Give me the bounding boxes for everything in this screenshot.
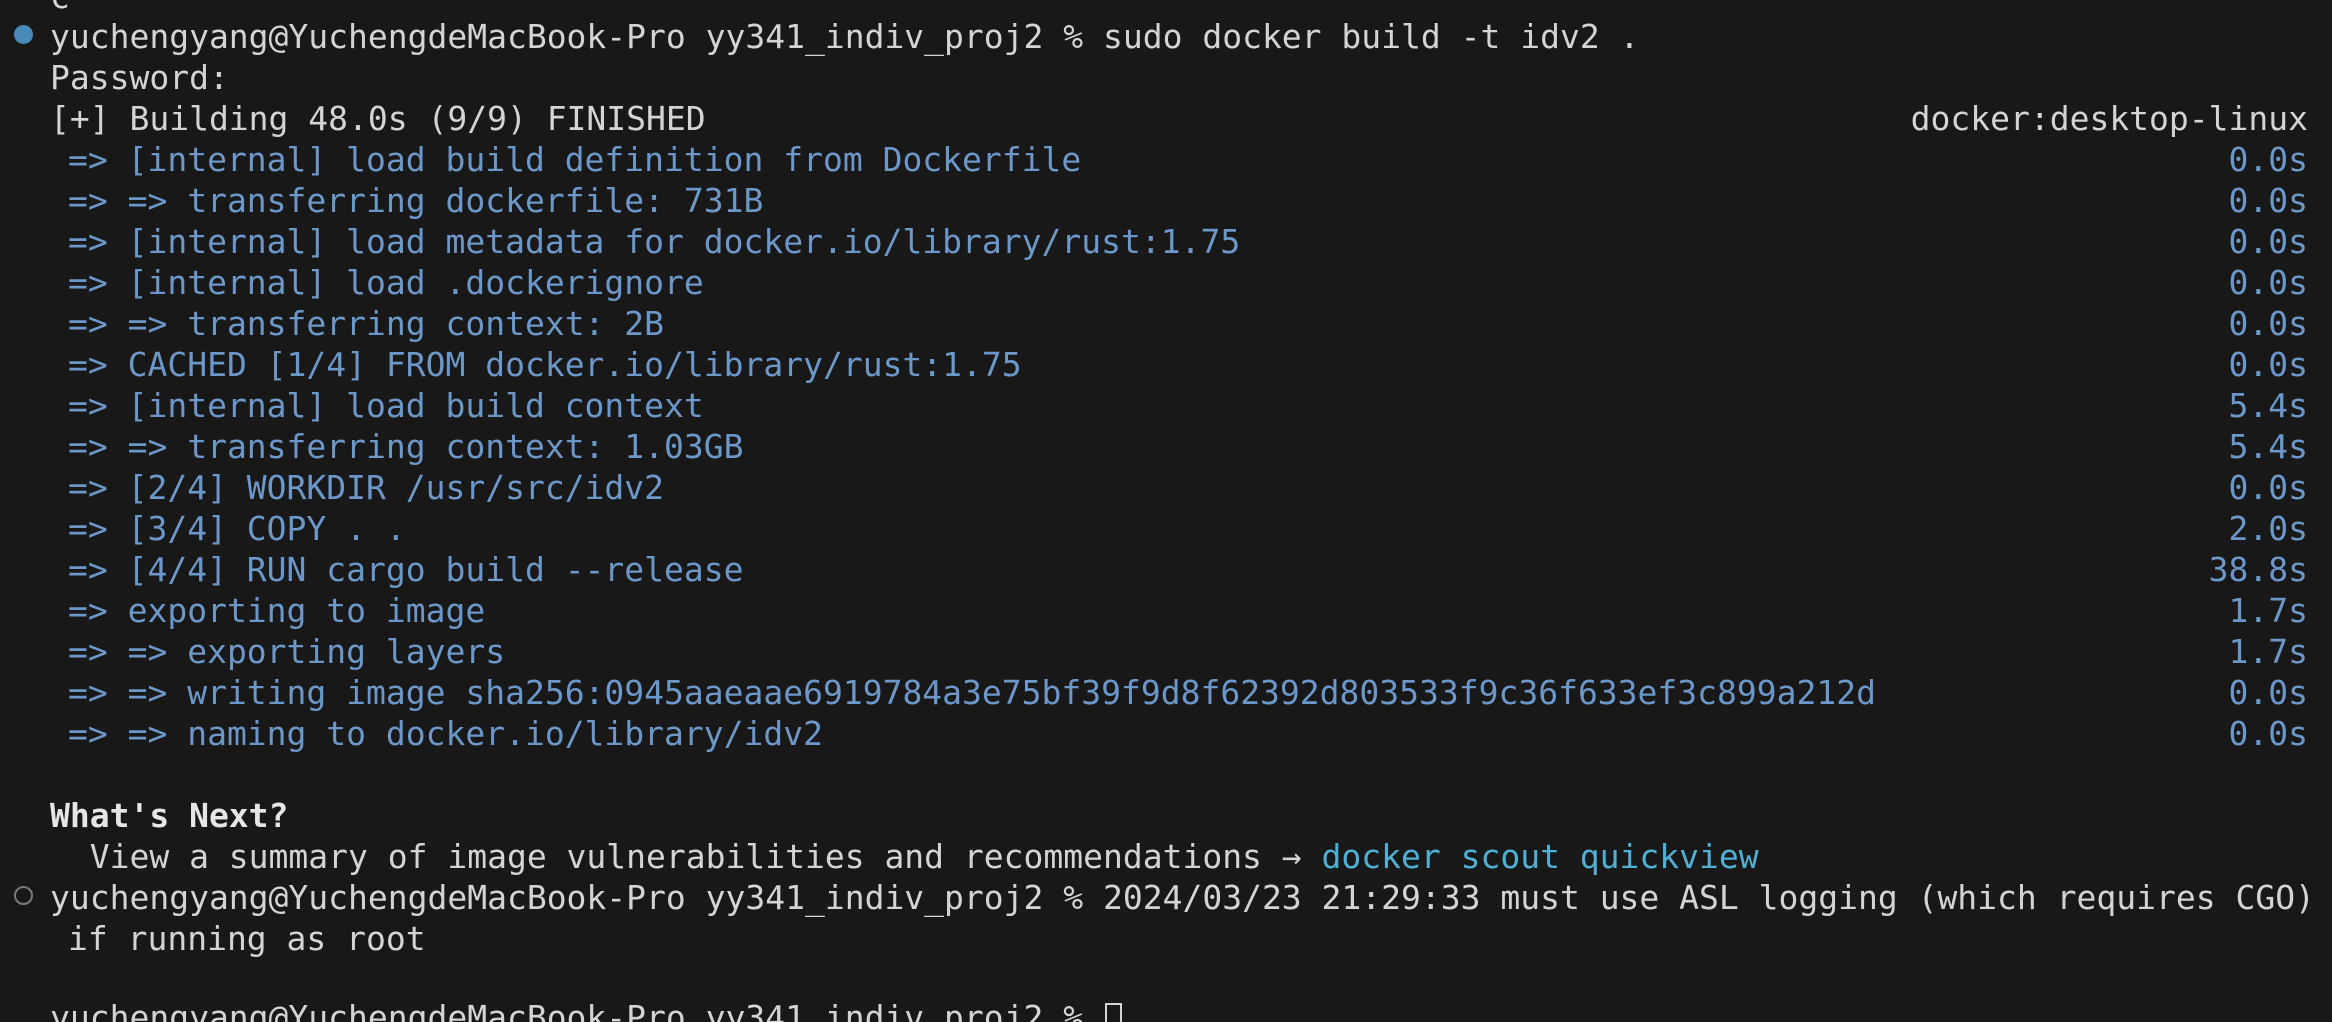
build-step-text: => CACHED [1/4] FROM docker.io/library/r… <box>68 345 1022 384</box>
build-step: => [internal] load metadata for docker.i… <box>0 221 2332 262</box>
shell-prompt: yuchengyang@YuchengdeMacBook-Pro yy341_i… <box>50 17 1103 56</box>
build-step-text: => exporting to image <box>68 591 486 630</box>
build-step-time: 5.4s <box>2228 386 2308 425</box>
shell-prompt: yuchengyang@YuchengdeMacBook-Pro yy341_i… <box>50 878 1103 917</box>
build-step-text: => [internal] load build context <box>68 386 704 425</box>
build-step-text: => [internal] load metadata for docker.i… <box>68 222 1241 261</box>
command-line-1: yuchengyang@YuchengdeMacBook-Pro yy341_i… <box>0 16 1639 57</box>
build-step: => [internal] load build definition from… <box>0 139 2332 180</box>
build-step: => [4/4] RUN cargo build --release 38.8s <box>0 549 2332 590</box>
command-text: sudo docker build -t idv2 . <box>1103 17 1640 56</box>
fragment-text: c <box>50 0 70 17</box>
build-step-time: 0.0s <box>2228 140 2308 179</box>
build-step-text: => [2/4] WORKDIR /usr/src/idv2 <box>68 468 665 507</box>
build-step-text: => => transferring dockerfile: 731B <box>68 181 764 220</box>
build-step-text: => [4/4] RUN cargo build --release <box>68 550 744 589</box>
block-cursor-icon <box>1105 1003 1122 1022</box>
building-status-line: [+] Building 48.0s (9/9) FINISHED docker… <box>0 98 2332 139</box>
build-step-time: 0.0s <box>2228 345 2308 384</box>
build-step-time: 0.0s <box>2228 468 2308 507</box>
build-step-time: 0.0s <box>2228 714 2308 753</box>
build-step-text: => => transferring context: 1.03GB <box>68 427 744 466</box>
build-step: => => transferring context: 1.03GB 5.4s <box>0 426 2332 467</box>
build-context: docker:desktop-linux <box>1910 99 2308 138</box>
password-line: Password: <box>0 57 229 98</box>
scrollback-fragment: c <box>0 0 79 17</box>
build-step: => CACHED [1/4] FROM docker.io/library/r… <box>0 344 2332 385</box>
build-step-text: => [3/4] COPY . . <box>68 509 406 548</box>
build-step: => => writing image sha256:0945aaeaae691… <box>0 672 2332 713</box>
terminal[interactable]: c yuchengyang@YuchengdeMacBook-Pro yy341… <box>0 0 2332 1022</box>
build-step-text: => [internal] load build definition from… <box>68 140 1082 179</box>
build-step: => => exporting layers 1.7s <box>0 631 2332 672</box>
build-step-time: 1.7s <box>2228 632 2308 671</box>
build-step-time: 0.0s <box>2228 673 2308 712</box>
summary-line: View a summary of image vulnerabilities … <box>0 836 1759 877</box>
build-step-time: 0.0s <box>2228 263 2308 302</box>
build-status: [+] Building 48.0s (9/9) FINISHED <box>50 99 706 138</box>
log-output: 2024/03/23 21:29:33 must use ASL logging… <box>1103 878 2315 917</box>
log-output-continued: if running as root <box>68 919 426 958</box>
build-step: => => transferring context: 2B 0.0s <box>0 303 2332 344</box>
command-line-3[interactable]: yuchengyang@YuchengdeMacBook-Pro yy341_i… <box>0 997 1122 1022</box>
build-step-time: 5.4s <box>2228 427 2308 466</box>
build-step-text: => [internal] load .dockerignore <box>68 263 704 302</box>
build-step-time: 0.0s <box>2228 222 2308 261</box>
build-step-time: 0.0s <box>2228 304 2308 343</box>
wrapped-output-line: if running as root <box>0 918 426 959</box>
build-step: => [internal] load .dockerignore 0.0s <box>0 262 2332 303</box>
build-step-time: 1.7s <box>2228 591 2308 630</box>
build-step-time: 38.8s <box>2208 550 2308 589</box>
build-step-text: => => writing image sha256:0945aaeaae691… <box>68 673 1876 712</box>
build-step-text: => => naming to docker.io/library/idv2 <box>68 714 823 753</box>
build-step: => => transferring dockerfile: 731B 0.0s <box>0 180 2332 221</box>
password-prompt: Password: <box>50 58 229 97</box>
whats-next-heading: What's Next? <box>50 796 289 835</box>
build-step: => [2/4] WORKDIR /usr/src/idv2 0.0s <box>0 467 2332 508</box>
build-step: => [3/4] COPY . . 2.0s <box>0 508 2332 549</box>
shell-prompt: yuchengyang@YuchengdeMacBook-Pro yy341_i… <box>50 998 1103 1022</box>
docker-scout-link[interactable]: docker scout quickview <box>1322 837 1759 876</box>
build-step-text: => => transferring context: 2B <box>68 304 665 343</box>
build-step: => [internal] load build context 5.4s <box>0 385 2332 426</box>
build-step: => exporting to image 1.7s <box>0 590 2332 631</box>
build-step-text: => => exporting layers <box>68 632 506 671</box>
summary-text: View a summary of image vulnerabilities … <box>50 837 1322 876</box>
whats-next-line: What's Next? <box>0 795 288 836</box>
build-step-time: 0.0s <box>2228 181 2308 220</box>
build-step-time: 2.0s <box>2228 509 2308 548</box>
command-line-2: yuchengyang@YuchengdeMacBook-Pro yy341_i… <box>0 877 2315 918</box>
build-step: => => naming to docker.io/library/idv2 0… <box>0 713 2332 754</box>
